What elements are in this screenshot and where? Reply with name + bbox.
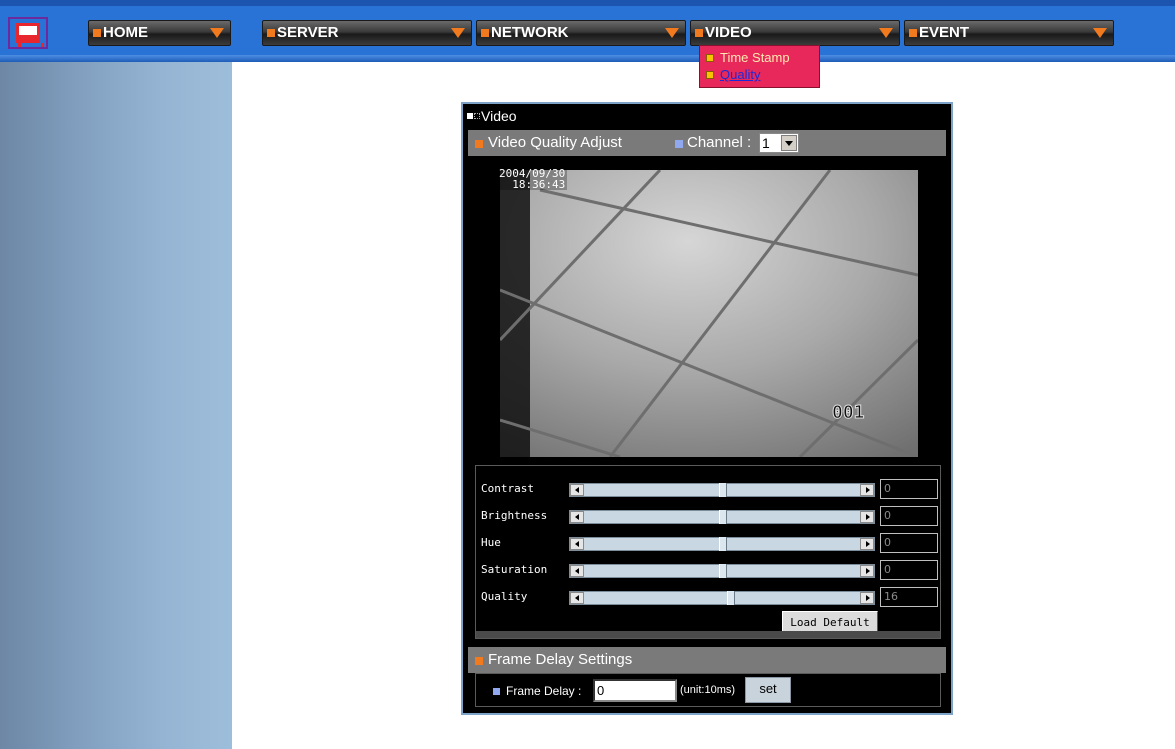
slider-label: Saturation: [481, 563, 548, 576]
frame-delay-label: Frame Delay :: [506, 684, 582, 698]
bullet-icon: [675, 140, 683, 148]
chevron-down-icon: [879, 28, 893, 38]
video-quality-section-header: Video Quality Adjust Channel : 1: [468, 130, 946, 156]
section-title: Video Quality Adjust: [488, 134, 622, 151]
bullet-icon: [695, 29, 703, 37]
adjust-slider[interactable]: [569, 510, 875, 524]
slider-value-field[interactable]: 16: [880, 587, 938, 607]
panel-title-text: Video: [481, 108, 517, 124]
chevron-down-icon[interactable]: [781, 135, 797, 151]
bullet-icon: [93, 29, 101, 37]
nav-video-button[interactable]: VIDEO: [690, 20, 900, 46]
adjust-slider[interactable]: [569, 591, 875, 605]
nav-server-label: SERVER: [277, 24, 339, 41]
adjust-slider[interactable]: [569, 537, 875, 551]
nav-event-button[interactable]: EVENT: [904, 20, 1114, 46]
chevron-right-icon[interactable]: [860, 538, 874, 550]
logo-icon[interactable]: [8, 17, 48, 49]
slider-thumb[interactable]: [719, 564, 727, 578]
bullet-icon: [475, 140, 483, 148]
frame-delay-input[interactable]: 0: [593, 679, 677, 702]
menu-item-label: Quality: [720, 67, 761, 82]
nav-home-label: HOME: [103, 24, 148, 41]
slider-value-field[interactable]: 0: [880, 506, 938, 526]
channel-select[interactable]: 1: [759, 133, 799, 153]
chevron-down-icon: [665, 28, 679, 38]
menu-item-time-stamp[interactable]: Time Stamp: [706, 50, 790, 66]
chevron-left-icon[interactable]: [570, 592, 584, 604]
channel-label: Channel :: [687, 134, 752, 151]
nav-network-label: NETWORK: [491, 24, 569, 41]
top-nav-bar-edge: [0, 55, 1175, 62]
chevron-right-icon[interactable]: [860, 511, 874, 523]
chevron-down-icon: [451, 28, 465, 38]
chevron-right-icon[interactable]: [860, 592, 874, 604]
bullet-icon: [481, 29, 489, 37]
chevron-left-icon[interactable]: [570, 511, 584, 523]
chevron-right-icon[interactable]: [860, 565, 874, 577]
channel-value: 1: [762, 135, 770, 151]
menu-item-quality[interactable]: Quality: [706, 67, 760, 83]
frame-delay-row: Frame Delay : 0 (unit:10ms) set: [475, 673, 941, 707]
slider-value-field[interactable]: 0: [880, 479, 938, 499]
slider-value-field[interactable]: 0: [880, 533, 938, 553]
menu-item-label: Time Stamp: [720, 50, 790, 65]
bullet-icon: [475, 657, 483, 665]
set-button[interactable]: set: [745, 677, 791, 703]
slider-thumb[interactable]: [719, 483, 727, 497]
slider-thumb[interactable]: [719, 510, 727, 524]
bullet-icon: [267, 29, 275, 37]
bullet-icon: [706, 71, 714, 79]
slider-label: Contrast: [481, 482, 534, 495]
video-dropdown-menu: Time Stamp Quality: [699, 45, 820, 88]
nav-event-label: EVENT: [919, 24, 970, 41]
slider-label: Brightness: [481, 509, 548, 522]
chevron-down-icon: [210, 28, 224, 38]
nav-home-button[interactable]: HOME: [88, 20, 231, 46]
bullet-icon: [706, 54, 714, 62]
adjust-slider[interactable]: [569, 483, 875, 497]
adjust-slider[interactable]: [569, 564, 875, 578]
video-time: 18:36:43: [512, 178, 566, 191]
chevron-left-icon[interactable]: [570, 538, 584, 550]
section-title: Frame Delay Settings: [488, 651, 633, 668]
slider-label: Quality: [481, 590, 528, 603]
chevron-down-icon: [1093, 28, 1107, 38]
nav-video-label: VIDEO: [705, 24, 752, 41]
nav-network-button[interactable]: NETWORK: [476, 20, 686, 46]
sidebar: [0, 62, 232, 749]
chevron-right-icon[interactable]: [860, 484, 874, 496]
title-square-icon: [467, 113, 473, 119]
slider-thumb[interactable]: [719, 537, 727, 551]
title-dots-icon: [474, 113, 480, 119]
frame-delay-section-header: Frame Delay Settings: [468, 647, 946, 673]
bullet-icon: [493, 688, 500, 695]
chevron-left-icon[interactable]: [570, 565, 584, 577]
video-channel-overlay: 001: [832, 402, 866, 424]
video-timestamp-overlay: 2004/09/30 18:36:43: [497, 168, 568, 191]
slider-label: Hue: [481, 536, 501, 549]
frame-delay-unit: (unit:10ms): [680, 684, 736, 696]
adjust-panel: Contrast 0 Brightness 0 Hue 0 Saturation 0 Quali…: [475, 465, 941, 639]
slider-thumb[interactable]: [727, 591, 735, 605]
video-panel: Video Video Quality Adjust Channel : 1 2…: [461, 102, 953, 715]
bullet-icon: [909, 29, 917, 37]
nav-server-button[interactable]: SERVER: [262, 20, 472, 46]
slider-value-field[interactable]: 0: [880, 560, 938, 580]
adjust-footer: [476, 631, 940, 638]
panel-title: Video: [467, 108, 517, 124]
chevron-left-icon[interactable]: [570, 484, 584, 496]
